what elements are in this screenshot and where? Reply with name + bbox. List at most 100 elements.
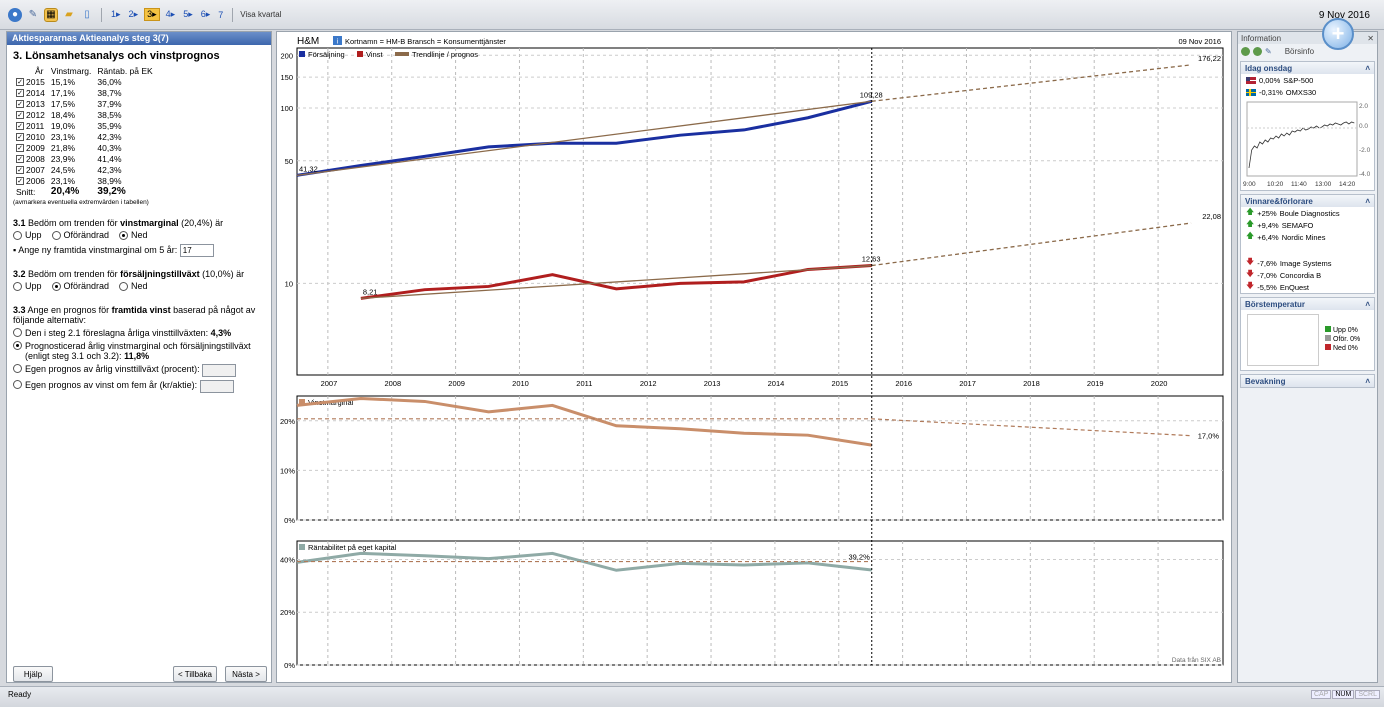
back-button[interactable]: < Tillbaka bbox=[173, 666, 217, 682]
index-row-sp500[interactable]: 0,00% S&P-500 bbox=[1241, 74, 1374, 86]
mover-item[interactable]: 🡇 -7,0% Concordia B bbox=[1241, 269, 1374, 281]
x-tick-label: 2020 bbox=[1151, 379, 1168, 388]
avg-margin: 20,4% bbox=[50, 186, 80, 197]
margin-unchanged-radio[interactable]: Oförändrad bbox=[51, 230, 109, 241]
visa-kvartal-button[interactable]: Visa kvartal bbox=[240, 10, 281, 19]
row-checkbox[interactable]: ✓ bbox=[16, 100, 24, 109]
zoom-in-icon[interactable]: + bbox=[1322, 18, 1354, 50]
movers-header[interactable]: Vinnare&förlorare ˄ bbox=[1241, 195, 1374, 207]
year-cell[interactable]: ✓ 2007 bbox=[13, 164, 48, 175]
folder-icon[interactable]: ▰ bbox=[62, 8, 76, 22]
profit-end-label: 12,63 bbox=[862, 255, 881, 264]
document-icon[interactable]: ▯ bbox=[80, 8, 94, 22]
margin-cell: 23,1% bbox=[50, 175, 76, 186]
future-margin-input[interactable]: 17 bbox=[179, 244, 214, 258]
next-button[interactable]: Nästa > bbox=[225, 666, 267, 682]
margin-cell: 17,1% bbox=[50, 87, 76, 98]
wrench-icon[interactable]: ✎ bbox=[26, 8, 40, 22]
sales-down-radio[interactable]: Ned bbox=[119, 281, 148, 292]
data-source: Data från SIX AB bbox=[1172, 656, 1221, 664]
roe-cell: 42,3% bbox=[97, 131, 122, 142]
alt-4-radio[interactable]: Egen prognos av vinst om fem år (kr/akti… bbox=[13, 380, 265, 394]
roe-grid: 40% 20% 0% bbox=[280, 541, 1223, 670]
temperature-chart bbox=[1247, 314, 1319, 366]
x-tick-label: 2018 bbox=[1023, 379, 1040, 388]
margin-trend-options: Upp Oförändrad Ned bbox=[13, 230, 265, 241]
step-2-button[interactable]: 2▸ bbox=[127, 9, 141, 20]
avg-roe: 39,2% bbox=[97, 186, 126, 197]
intraday-tick: 0.0 bbox=[1359, 123, 1368, 130]
year-cell[interactable]: ✓ 2008 bbox=[13, 153, 48, 164]
profit-forecast-label: 22,08 bbox=[1202, 212, 1221, 221]
row-checkbox[interactable]: ✓ bbox=[16, 89, 24, 98]
roe-cell: 36,0% bbox=[97, 76, 122, 87]
info-panel: Information ✕ ✎ Börsinfo Idag onsdag ˄ 0,0… bbox=[1237, 31, 1378, 683]
temperature-header[interactable]: Börstemperatur ˄ bbox=[1241, 298, 1374, 310]
forward-icon[interactable] bbox=[1253, 46, 1262, 56]
sales-unchanged-radio[interactable]: Oförändrad bbox=[51, 281, 109, 292]
section-heading: 3. Lönsamhetsanalys och vinstprognos bbox=[13, 50, 220, 62]
series-line bbox=[296, 396, 872, 447]
step-7-button[interactable]: 7 bbox=[216, 10, 225, 20]
row-checkbox[interactable]: ✓ bbox=[16, 166, 24, 175]
profit-input[interactable] bbox=[199, 380, 234, 394]
borsinfo-tab[interactable]: Börsinfo bbox=[1285, 47, 1314, 56]
year-cell[interactable]: ✓ 2010 bbox=[13, 131, 48, 142]
arrow-up-icon: 🡅 bbox=[1246, 231, 1255, 240]
table-row: ✓ 2010 23,1% 42,3% bbox=[13, 131, 156, 142]
year-cell[interactable]: ✓ 2013 bbox=[13, 98, 48, 109]
year-cell[interactable]: ✓ 2014 bbox=[13, 87, 48, 98]
status-bar: Ready CAP NUM SCRL bbox=[0, 686, 1384, 707]
col-roe: Räntab. på EK bbox=[97, 65, 153, 76]
mover-item[interactable]: 🡇 -5,5% EnQuest bbox=[1241, 281, 1374, 293]
main-grid: 2007 2008 2009 2010 2011 2012 2013 2014 2015 2016… bbox=[280, 48, 1223, 388]
close-icon[interactable]: ✕ bbox=[1367, 34, 1374, 43]
row-checkbox[interactable]: ✓ bbox=[16, 177, 24, 186]
main-plot-frame bbox=[296, 47, 1224, 376]
row-checkbox[interactable]: ✓ bbox=[16, 155, 24, 164]
year-cell[interactable]: ✓ 2009 bbox=[13, 142, 48, 153]
year-cell[interactable]: ✓ 2011 bbox=[13, 120, 48, 131]
help-button[interactable]: Hjälp bbox=[13, 666, 53, 682]
x-tick-label: 2007 bbox=[321, 379, 338, 388]
globe-icon[interactable]: ● bbox=[8, 7, 22, 22]
mover-item[interactable]: 🡅 +9,4% SEMAFO bbox=[1241, 219, 1374, 231]
year-cell[interactable]: ✓ 2006 bbox=[13, 175, 48, 186]
mover-item[interactable]: 🡅 +6,4% Nordic Mines bbox=[1241, 231, 1374, 243]
y-tick-label: 100 bbox=[280, 104, 293, 113]
table-icon[interactable]: ▦ bbox=[44, 7, 58, 22]
back-icon[interactable] bbox=[1241, 46, 1250, 56]
mover-item[interactable]: 🡅 +25% Boule Diagnostics bbox=[1241, 207, 1374, 219]
step-4-button[interactable]: 4▸ bbox=[164, 9, 178, 20]
num-indicator: NUM bbox=[1332, 690, 1355, 699]
row-checkbox[interactable]: ✓ bbox=[16, 133, 24, 142]
step-3-button[interactable]: 3▸ bbox=[144, 8, 160, 21]
year-cell[interactable]: ✓ 2015 bbox=[13, 76, 48, 87]
growth-input[interactable] bbox=[202, 364, 237, 378]
step-6-button[interactable]: 6▸ bbox=[199, 9, 213, 20]
index-row-omxs30[interactable]: -0,31% OMXS30 bbox=[1241, 86, 1374, 98]
sales-up-radio[interactable]: Upp bbox=[13, 281, 42, 292]
step-1-button[interactable]: 1▸ bbox=[109, 9, 123, 20]
row-checkbox[interactable]: ✓ bbox=[16, 78, 24, 87]
x-tick-label: 2013 bbox=[704, 379, 721, 388]
future-margin-row: ▪ Ange ny framtida vinstmarginal om 5 år… bbox=[13, 244, 265, 258]
alt-2-radio[interactable]: Prognosticerad årlig vinstmarginal och f… bbox=[13, 341, 265, 361]
margin-down-radio[interactable]: Ned bbox=[119, 230, 148, 241]
step-5-button[interactable]: 5▸ bbox=[181, 9, 195, 20]
alt-3-radio[interactable]: Egen prognos av årlig vinsttillväxt (pro… bbox=[13, 364, 265, 378]
watch-header[interactable]: Bevakning ˄ bbox=[1241, 375, 1374, 387]
year-cell[interactable]: ✓ 2012 bbox=[13, 109, 48, 120]
row-checkbox[interactable]: ✓ bbox=[16, 122, 24, 131]
margin-up-radio[interactable]: Upp bbox=[13, 230, 42, 241]
company-name: H&M bbox=[297, 36, 319, 47]
wrench-icon[interactable]: ✎ bbox=[1265, 47, 1272, 56]
row-checkbox[interactable]: ✓ bbox=[16, 144, 24, 153]
series-line bbox=[871, 222, 1192, 267]
alt-1-radio[interactable]: Den i steg 2.1 föreslagna årliga vinstti… bbox=[13, 328, 265, 338]
row-checkbox[interactable]: ✓ bbox=[16, 111, 24, 120]
today-box: Idag onsdag ˄ 0,00% S&P-500 -0,31% OMXS30 2… bbox=[1240, 61, 1375, 191]
question-3-3: 3.3 Ange en prognos för framtida vinst b… bbox=[13, 305, 256, 326]
mover-item[interactable]: 🡇 -7,6% Image Systems bbox=[1241, 257, 1374, 269]
today-header[interactable]: Idag onsdag ˄ bbox=[1241, 62, 1374, 74]
